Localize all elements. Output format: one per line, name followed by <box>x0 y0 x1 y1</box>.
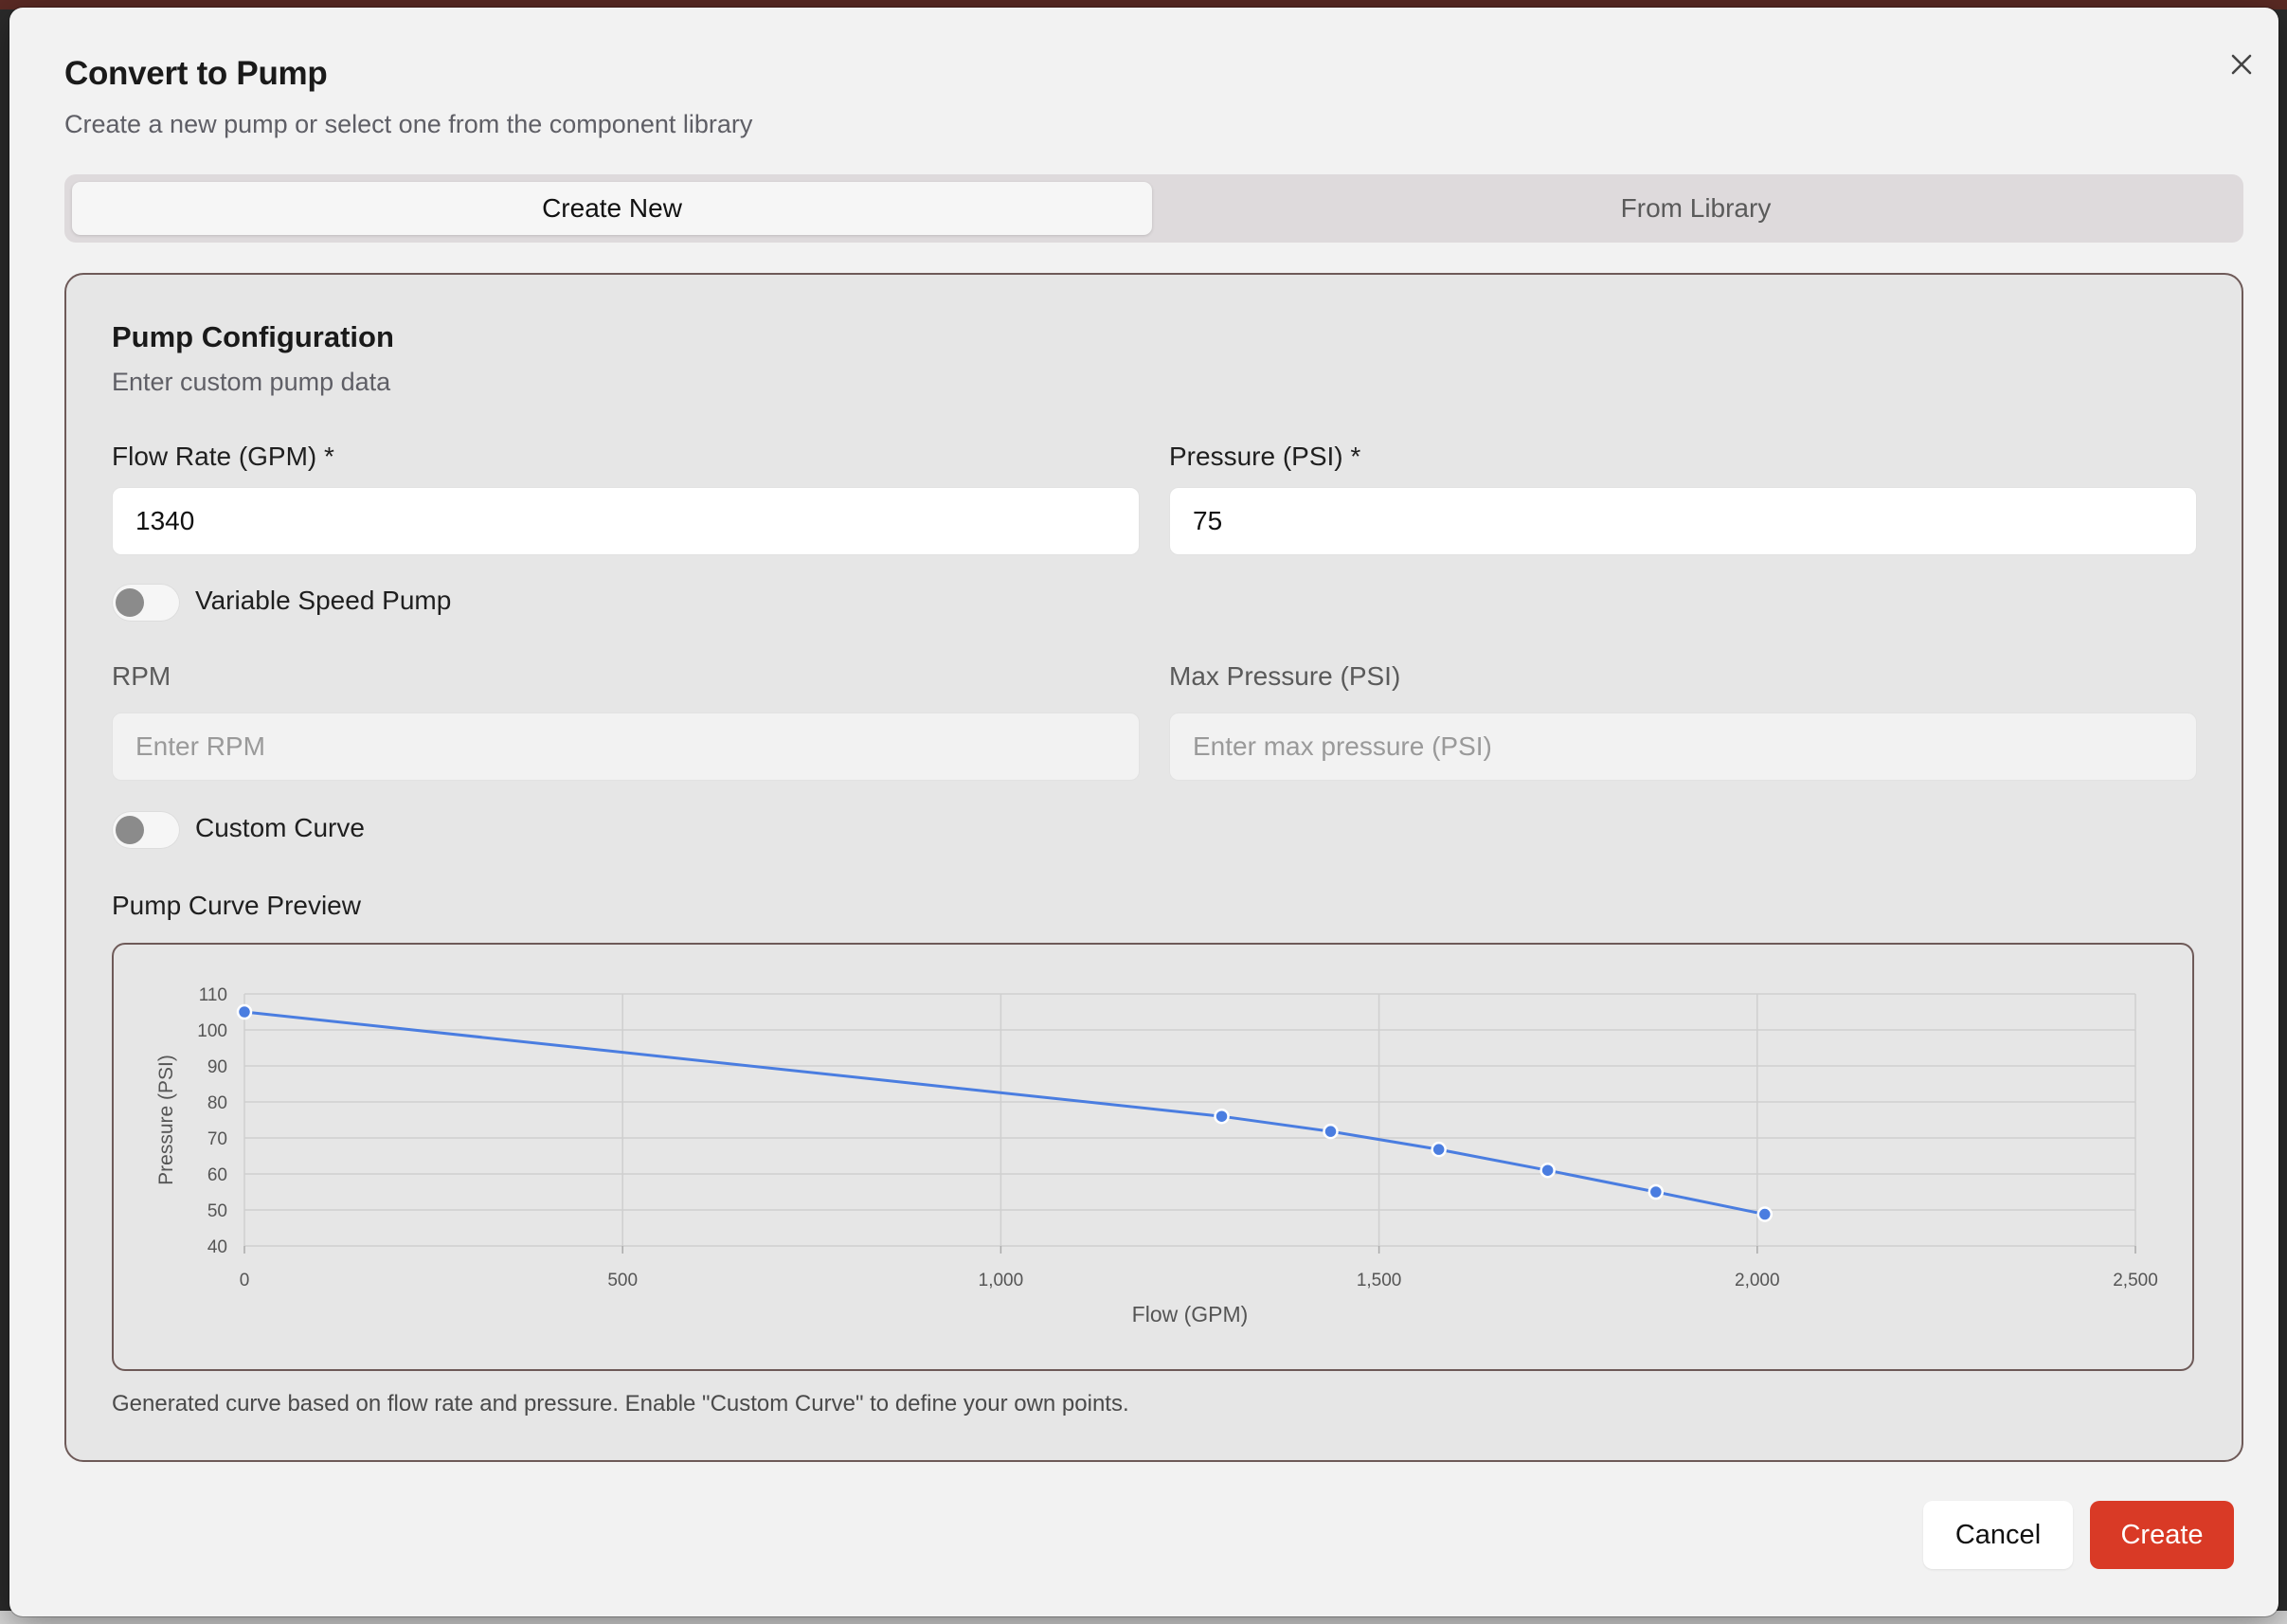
pump-curve-svg: 40 50 60 70 80 90 100 110 0 500 1,000 1,500 2,000 2,5… <box>155 985 2158 1326</box>
y-tick-label: 100 <box>197 1021 227 1041</box>
x-tick-label: 1,000 <box>979 1271 1024 1290</box>
y-axis-label: Pressure (PSI) <box>155 1055 177 1185</box>
x-tick-label: 2,500 <box>2113 1271 2158 1290</box>
rpm-label: RPM <box>112 661 171 691</box>
y-tick-label: 40 <box>207 1237 227 1257</box>
dialog-subtitle: Create a new pump or select one from the… <box>64 110 753 138</box>
y-tick-label: 110 <box>199 985 227 1005</box>
rpm-input[interactable] <box>112 713 1140 781</box>
pressure-input[interactable] <box>1169 487 2197 555</box>
data-point <box>1214 1108 1230 1125</box>
data-point <box>1323 1123 1339 1140</box>
data-point <box>1648 1183 1665 1200</box>
tab-from-library[interactable]: From Library <box>1156 182 2236 235</box>
tab-create-new[interactable]: Create New <box>72 182 1152 235</box>
y-tick-label: 80 <box>207 1093 227 1113</box>
create-button[interactable]: Create <box>2090 1501 2234 1569</box>
chart-heading: Pump Curve Preview <box>112 891 361 920</box>
custom-curve-toggle[interactable] <box>112 811 180 849</box>
flow-rate-input[interactable] <box>112 487 1140 555</box>
tab-list: Create New From Library <box>64 174 2243 243</box>
max-pressure-input[interactable] <box>1169 713 2197 781</box>
y-tick-label: 50 <box>207 1201 227 1221</box>
toggle-knob <box>116 588 144 617</box>
chart-note: Generated curve based on flow rate and p… <box>112 1391 1129 1416</box>
card-title: Pump Configuration <box>112 320 394 353</box>
custom-curve-label: Custom Curve <box>195 813 365 842</box>
x-tick-label: 500 <box>607 1271 638 1290</box>
x-axis-label: Flow (GPM) <box>1132 1302 1249 1326</box>
variable-speed-label: Variable Speed Pump <box>195 586 452 615</box>
pressure-label: Pressure (PSI) * <box>1169 442 1361 471</box>
x-tick-label: 2,000 <box>1735 1271 1780 1290</box>
max-pressure-label: Max Pressure (PSI) <box>1169 661 1401 691</box>
data-point <box>1756 1206 1774 1222</box>
y-tick-label: 70 <box>207 1129 227 1149</box>
flow-rate-label: Flow Rate (GPM) * <box>112 442 334 471</box>
series-line <box>243 1010 1766 1217</box>
convert-to-pump-dialog: Convert to Pump Create a new pump or sel… <box>9 8 2278 1616</box>
data-point <box>1431 1141 1447 1158</box>
x-tick-label: 0 <box>240 1271 250 1290</box>
y-tick-label: 60 <box>207 1165 227 1185</box>
toggle-knob <box>116 816 144 844</box>
x-tick-label: 1,500 <box>1357 1271 1402 1290</box>
variable-speed-toggle[interactable] <box>112 584 180 622</box>
data-point <box>1540 1162 1556 1179</box>
pump-curve-chart: 40 50 60 70 80 90 100 110 0 500 1,000 1,500 2,000 2,5… <box>112 943 2194 1371</box>
close-button[interactable] <box>2219 42 2264 87</box>
pump-configuration-card: Pump Configuration Enter custom pump dat… <box>64 273 2243 1462</box>
close-icon <box>2231 54 2252 75</box>
y-tick-label: 90 <box>207 1057 227 1077</box>
data-point <box>236 1003 253 1020</box>
cancel-button[interactable]: Cancel <box>1923 1501 2073 1569</box>
dialog-title: Convert to Pump <box>64 55 328 92</box>
card-subtitle: Enter custom pump data <box>112 368 391 396</box>
